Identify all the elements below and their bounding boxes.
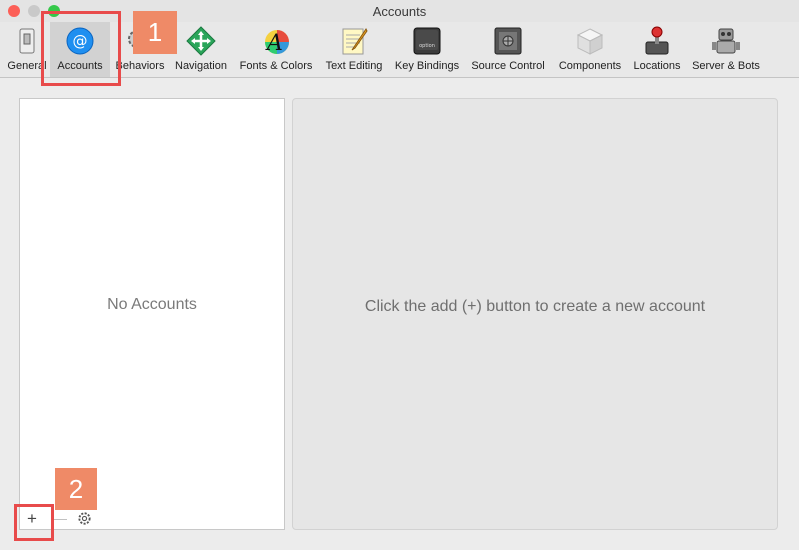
tab-source-control[interactable]: Source Control (466, 22, 550, 77)
detail-empty-text: Click the add (+) button to create a new… (364, 298, 706, 315)
tab-text-editing-label: Text Editing (325, 60, 383, 72)
callout-number-2: 2 (55, 468, 97, 510)
tab-key-bindings[interactable]: option Key Bindings (391, 22, 463, 77)
tab-locations-label: Locations (633, 60, 681, 72)
tab-components-label: Components (558, 60, 622, 72)
switch-icon (19, 28, 35, 54)
tab-fonts-colors[interactable]: A Fonts & Colors (235, 22, 317, 77)
tab-server-bots-label: Server & Bots (692, 60, 760, 72)
tab-source-control-label: Source Control (471, 60, 545, 72)
tab-navigation[interactable]: Navigation (170, 22, 232, 77)
tab-key-bindings-label: Key Bindings (394, 60, 460, 72)
tab-navigation-label: Navigation (175, 60, 227, 72)
font-color-wheel-icon: A (265, 30, 289, 56)
notepad-pencil-icon (342, 28, 368, 55)
tab-locations[interactable]: Locations (629, 22, 685, 77)
callout-number-1: 1 (133, 11, 177, 54)
svg-text:A: A (265, 31, 283, 56)
robot-icon (712, 28, 740, 54)
remove-account-button[interactable]: — (53, 510, 67, 526)
account-detail-pane: Click the add (+) button to create a new… (292, 98, 778, 530)
joystick-icon (645, 26, 669, 55)
tab-components[interactable]: Components (553, 22, 627, 77)
move-arrows-icon (186, 26, 216, 56)
safe-icon (494, 27, 522, 55)
keyboard-key-icon: option (413, 27, 441, 55)
callout-highlight-add (14, 504, 54, 541)
callout-highlight-accounts (41, 11, 121, 86)
option-key-label: option (419, 43, 435, 49)
gear-icon[interactable] (77, 511, 92, 526)
tab-server-bots[interactable]: Server & Bots (688, 22, 764, 77)
package-box-icon (576, 28, 604, 55)
tab-fonts-colors-label: Fonts & Colors (239, 60, 313, 72)
no-accounts-text: No Accounts (107, 296, 197, 313)
accounts-list[interactable]: No Accounts (19, 98, 285, 530)
tab-text-editing[interactable]: Text Editing (320, 22, 388, 77)
